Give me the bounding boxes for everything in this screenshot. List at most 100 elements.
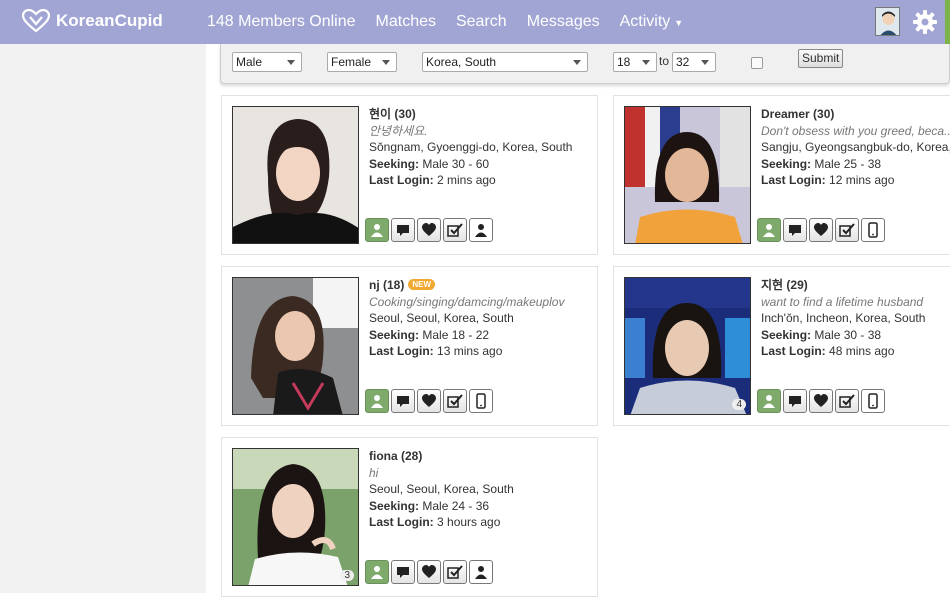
profile-location: Inch'ŏn, Incheon, Korea, South: [761, 311, 926, 325]
heart-icon: [422, 223, 436, 236]
profile-photo[interactable]: 3: [232, 448, 359, 586]
checkbox-check-icon: [839, 394, 855, 408]
profile-photo[interactable]: [232, 277, 359, 415]
chat-bubble-icon: [397, 225, 409, 236]
mobile-button[interactable]: [861, 389, 885, 413]
chevron-down-icon: ▼: [674, 18, 684, 28]
profile-last-login: 48 mins ago: [829, 344, 895, 358]
profile-actions: [757, 389, 887, 413]
age-max-select[interactable]: 32: [672, 52, 716, 72]
nav-matches[interactable]: Matches: [376, 13, 436, 31]
last-login-label: Last Login:: [369, 515, 434, 529]
seeking-label: Seeking:: [369, 327, 420, 342]
shortlist-button[interactable]: [443, 218, 467, 242]
message-button[interactable]: [391, 560, 415, 584]
new-badge: NEW: [408, 279, 436, 290]
photo-count-badge: 4: [732, 399, 746, 410]
message-button[interactable]: [391, 218, 415, 242]
profile-location: Seoul, Seoul, Korea, South: [369, 482, 514, 496]
profile-location: Sangju, Gyeongsangbuk-do, Korea, South: [761, 140, 950, 154]
seeking-label: Seeking:: [761, 156, 812, 171]
profile-photo-image: [625, 107, 750, 243]
shortlist-button[interactable]: [443, 389, 467, 413]
user-icon: [371, 566, 383, 579]
chat-bubble-icon: [397, 567, 409, 578]
profile-location: Sŏngnam, Gyoenggi-do, Korea, South: [369, 140, 573, 154]
view-profile-button[interactable]: [365, 218, 389, 242]
nav-activity[interactable]: Activity ▼: [620, 13, 684, 31]
like-button[interactable]: [809, 389, 833, 413]
online-status-button[interactable]: [469, 218, 493, 242]
view-profile-button[interactable]: [365, 389, 389, 413]
submit-button[interactable]: Submit: [798, 49, 844, 68]
avatar-image-icon: [876, 8, 899, 35]
user-silhouette-icon: [475, 224, 487, 237]
profile-tagline: Don't obsess with you greed, beca...: [761, 123, 950, 138]
profile-tagline: 안녕하세요.: [369, 123, 428, 138]
profile-actions: [365, 389, 495, 413]
message-button[interactable]: [783, 389, 807, 413]
profile-last-login: 12 mins ago: [829, 173, 895, 187]
shortlist-button[interactable]: [443, 560, 467, 584]
like-button[interactable]: [417, 560, 441, 584]
like-button[interactable]: [417, 218, 441, 242]
last-login-label: Last Login:: [761, 173, 826, 187]
heart-logo-icon: [22, 9, 50, 33]
user-avatar[interactable]: [875, 7, 900, 36]
user-icon: [763, 395, 775, 408]
age-to-label: to: [659, 54, 670, 68]
message-button[interactable]: [783, 218, 807, 242]
gender-self-select[interactable]: Male: [232, 52, 302, 72]
like-button[interactable]: [417, 389, 441, 413]
profile-name[interactable]: 현이 (30): [369, 106, 597, 123]
profile-name[interactable]: nj (18): [369, 278, 404, 292]
profile-card: 4 지현 (29) want to find a lifetime husban…: [613, 266, 950, 426]
brand-name: KoreanCupid: [56, 11, 163, 30]
heart-icon: [422, 565, 436, 578]
country-select[interactable]: Korea, South: [422, 52, 588, 72]
view-profile-button[interactable]: [757, 218, 781, 242]
profile-photo-image: [233, 278, 358, 414]
profile-photo[interactable]: [232, 106, 359, 244]
scrollbar-edge: [945, 0, 950, 44]
photo-only-checkbox[interactable]: [751, 57, 763, 69]
last-login-label: Last Login:: [761, 344, 826, 358]
mobile-button[interactable]: [469, 389, 493, 413]
gear-icon: [913, 10, 937, 34]
user-icon: [371, 395, 383, 408]
chat-bubble-icon: [397, 396, 409, 407]
profile-card: Dreamer (30) Don't obsess with you greed…: [613, 95, 950, 255]
nav-search[interactable]: Search: [456, 13, 507, 31]
shortlist-button[interactable]: [835, 218, 859, 242]
like-button[interactable]: [809, 218, 833, 242]
view-profile-button[interactable]: [757, 389, 781, 413]
settings-button[interactable]: [912, 9, 938, 40]
profile-tagline: hi: [369, 465, 379, 480]
profile-card: 3 fiona (28) hi Seoul, Seoul, Korea, Sou…: [221, 437, 598, 597]
profile-name[interactable]: Dreamer (30): [761, 106, 950, 123]
user-silhouette-icon: [475, 566, 487, 579]
nav-activity-label: Activity: [619, 13, 671, 30]
profile-name[interactable]: fiona (28): [369, 448, 597, 465]
online-status-button[interactable]: [469, 560, 493, 584]
view-profile-button[interactable]: [365, 560, 389, 584]
nav-messages[interactable]: Messages: [527, 13, 600, 31]
message-button[interactable]: [391, 389, 415, 413]
logo[interactable]: KoreanCupid: [22, 9, 163, 33]
profile-seeking: Male 25 - 38: [814, 156, 882, 171]
age-min-select[interactable]: 18: [613, 52, 657, 72]
profile-last-login: 3 hours ago: [437, 515, 501, 529]
profile-tagline: Cooking/singing/damcing/makeuplov: [369, 294, 565, 309]
mobile-phone-icon: [476, 393, 486, 409]
profile-photo[interactable]: [624, 106, 751, 244]
profile-card: 현이 (30) 안녕하세요. Sŏngnam, Gyoenggi-do, Kor…: [221, 95, 598, 255]
gender-seeking-select[interactable]: Female: [327, 52, 397, 72]
seeking-label: Seeking:: [369, 156, 420, 171]
nav-members-online[interactable]: 148 Members Online: [207, 13, 356, 31]
mobile-button[interactable]: [861, 218, 885, 242]
profile-card: nj (18) NEW Cooking/singing/damcing/makeu…: [221, 266, 598, 426]
shortlist-button[interactable]: [835, 389, 859, 413]
profile-photo[interactable]: 4: [624, 277, 751, 415]
main-nav: 148 Members Online Matches Search Messag…: [207, 0, 703, 44]
profile-name[interactable]: 지현 (29): [761, 277, 950, 294]
